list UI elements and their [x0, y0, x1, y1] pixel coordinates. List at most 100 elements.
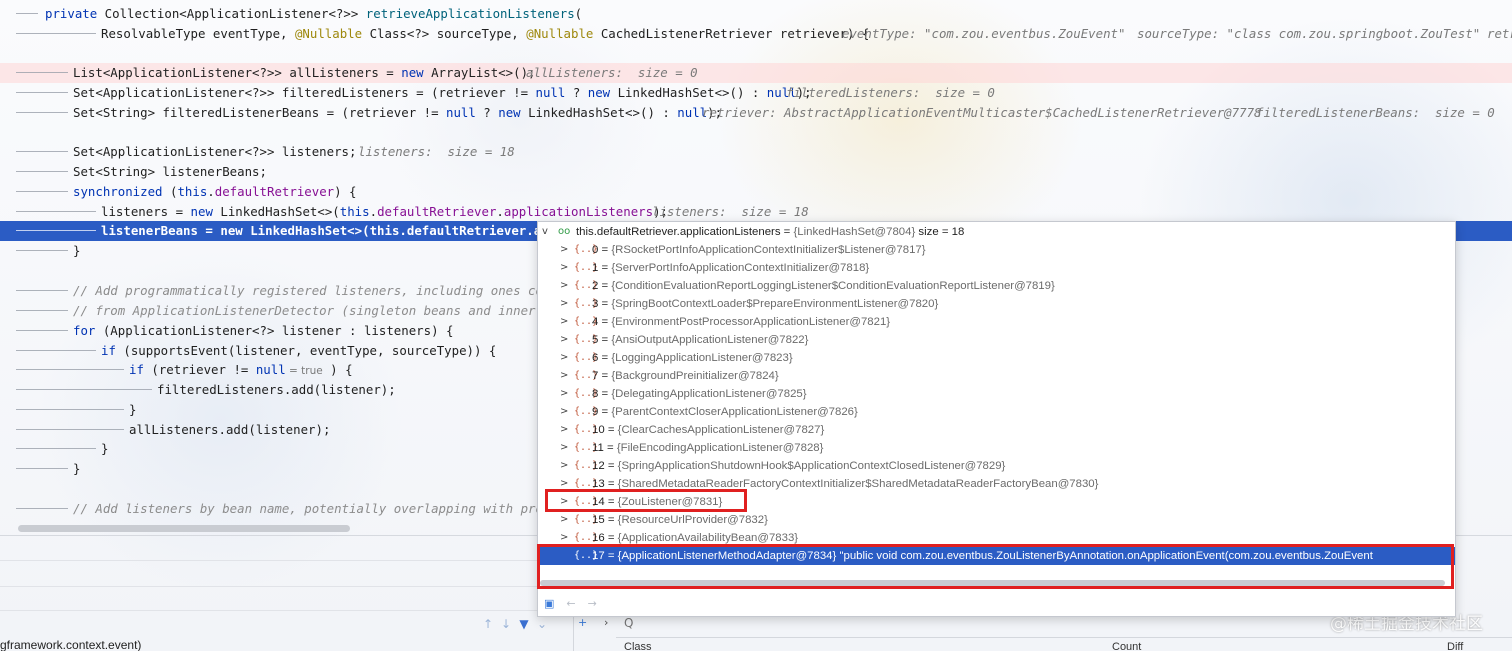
indent-guide: [16, 13, 38, 14]
code-text: }: [101, 441, 109, 456]
divider: [0, 560, 540, 561]
chevron-right-icon[interactable]: >: [560, 385, 572, 403]
keyword: synchronized: [73, 184, 163, 199]
indent-guide: [16, 191, 68, 192]
code-text: (ApplicationListener<?> listener : liste…: [95, 323, 454, 338]
chevron-right-icon[interactable]: >: [560, 313, 572, 331]
keyword: new: [401, 65, 424, 80]
code-text: ResolvableType eventType,: [101, 26, 295, 41]
tree-item-15[interactable]: > {..} 15 = {ResourceUrlProvider@7832}: [538, 511, 1455, 529]
item-index: 6: [592, 352, 599, 364]
chevron-right-icon[interactable]: >: [560, 403, 572, 421]
tree-item-11[interactable]: > {..} 11 = {FileEncodingApplicationList…: [538, 439, 1455, 457]
keyword: this: [339, 204, 370, 219]
editor-horizontal-scrollbar[interactable]: [18, 525, 350, 532]
code-line-5[interactable]: Set<String> filteredListenerBeans = (ret…: [0, 103, 1512, 123]
variable-value: {LinkedHashSet@7804}: [793, 226, 916, 238]
chevron-down-icon[interactable]: v: [542, 223, 554, 241]
code-text: }: [73, 243, 81, 258]
tree-item-10[interactable]: > {..} 10 = {ClearCachesApplicationListe…: [538, 421, 1455, 439]
chevron-right-icon[interactable]: >: [560, 457, 572, 475]
chevron-right-icon[interactable]: >: [560, 259, 572, 277]
chevron-down-icon[interactable]: ⌄: [536, 617, 548, 631]
variable-size: size = 18: [915, 226, 965, 238]
keyword: private: [45, 6, 98, 21]
code-line-4[interactable]: Set<ApplicationListener<?>> filteredList…: [0, 83, 1512, 103]
tree-item-4[interactable]: > {..} 4 = {EnvironmentPostProcessorAppl…: [538, 313, 1455, 331]
arrow-up-icon[interactable]: ↑: [482, 617, 494, 631]
item-value: {ResourceUrlProvider@7832}: [617, 514, 768, 526]
column-header-class[interactable]: Class: [624, 641, 652, 651]
chevron-right-icon[interactable]: >: [560, 241, 572, 259]
tree-root-applicationListeners[interactable]: v oo this.defaultRetriever.applicationLi…: [538, 223, 1455, 241]
indent-guide: [16, 151, 68, 152]
code-text: ?: [565, 85, 588, 100]
inline-value-hint: sourceType: "class com.zou.springboot.Zo…: [1137, 26, 1481, 41]
code-text: .: [399, 223, 407, 238]
keyword: new: [190, 204, 213, 219]
tree-item-5[interactable]: > {..} 5 = {AnsiOutputApplicationListene…: [538, 331, 1455, 349]
chevron-right-icon[interactable]: >: [560, 349, 572, 367]
chevron-right-icon[interactable]: >: [560, 277, 572, 295]
code-line-2[interactable]: ResolvableType eventType, @Nullable Clas…: [0, 24, 1512, 44]
indent-guide: [16, 350, 96, 351]
indent-guide: [16, 448, 96, 449]
item-value: {AnsiOutputApplicationListener@7822}: [611, 334, 809, 346]
code-text: allListeners.add(listener);: [129, 422, 331, 437]
code-text: CachedListenerRetriever retriever) {: [593, 26, 870, 41]
folder-icon[interactable]: ▣: [544, 597, 554, 610]
code-text: .: [496, 204, 504, 219]
method-name: retrieveApplicationListeners: [365, 6, 575, 21]
code-text: .: [207, 184, 215, 199]
code-text: LinkedHashSet<>(: [242, 223, 370, 238]
code-text: ArrayList<>();: [423, 65, 536, 80]
column-header-count[interactable]: Count: [1112, 641, 1141, 651]
frames-list-item[interactable]: gframework.context.event): [0, 638, 141, 651]
chevron-right-icon[interactable]: >: [560, 439, 572, 457]
inline-value-hint: listeners: size = 18: [358, 144, 515, 159]
inline-value-hint: listeners: size = 18: [652, 204, 809, 219]
indent-guide: [16, 230, 96, 231]
annotation: @Nullable: [294, 26, 363, 41]
tree-item-2[interactable]: > {..} 2 = {ConditionEvaluationReportLog…: [538, 277, 1455, 295]
tree-item-8[interactable]: > {..} 8 = {DelegatingApplicationListene…: [538, 385, 1455, 403]
tree-item-12[interactable]: > {..} 12 = {SpringApplicationShutdownHo…: [538, 457, 1455, 475]
code-text: List<ApplicationListener<?>> allListener…: [73, 65, 402, 80]
chevron-right-icon[interactable]: >: [560, 421, 572, 439]
keyword: if: [129, 362, 144, 377]
code-line-3[interactable]: List<ApplicationListener<?>> allListener…: [0, 63, 1512, 83]
item-index: 7: [592, 370, 599, 382]
item-index: 5: [592, 334, 599, 346]
code-line-7[interactable]: Set<String> listenerBeans;: [0, 162, 1512, 182]
indent-guide: [16, 211, 96, 212]
code-text: Class<?> sourceType,: [362, 26, 527, 41]
chevron-right-icon[interactable]: >: [560, 331, 572, 349]
search-icon: Q: [624, 616, 634, 630]
field-name: applicationListeners: [503, 204, 654, 219]
code-line-6[interactable]: Set<ApplicationListener<?>> listeners; l…: [0, 142, 1512, 162]
code-line-8[interactable]: synchronized (this.defaultRetriever) {: [0, 182, 1512, 202]
keyword: new: [498, 105, 521, 120]
filter-icon[interactable]: ▼: [518, 617, 530, 631]
column-header-diff[interactable]: Diff: [1447, 641, 1463, 651]
tree-item-0[interactable]: > {..} 0 = {RSocketPortInfoApplicationCo…: [538, 241, 1455, 259]
arrow-down-icon[interactable]: ↓: [500, 617, 512, 631]
variable-name: this.defaultRetriever.applicationListene…: [576, 226, 781, 238]
back-arrow-icon[interactable]: ←: [566, 597, 575, 610]
tree-item-1[interactable]: > {..} 1 = {ServerPortInfoApplicationCon…: [538, 259, 1455, 277]
code-line-1[interactable]: private Collection<ApplicationListener<?…: [0, 4, 1512, 24]
code-line-9[interactable]: listeners = new LinkedHashSet<>(this.def…: [0, 202, 1512, 222]
keyword: if: [101, 343, 116, 358]
indent-guide: [16, 330, 68, 331]
tree-item-9[interactable]: > {..} 9 = {ParentContextCloserApplicati…: [538, 403, 1455, 421]
forward-arrow-icon[interactable]: →: [588, 597, 597, 610]
tree-item-7[interactable]: > {..} 7 = {BackgroundPreinitializer@782…: [538, 367, 1455, 385]
tree-item-3[interactable]: > {..} 3 = {SpringBootContextLoader$Prep…: [538, 295, 1455, 313]
chevron-right-icon[interactable]: >: [560, 295, 572, 313]
chevron-right-icon[interactable]: >: [560, 367, 572, 385]
indent-guide: [16, 92, 68, 93]
indent-guide: [16, 508, 68, 509]
code-text: listeners =: [101, 204, 191, 219]
tree-item-6[interactable]: > {..} 6 = {LoggingApplicationListener@7…: [538, 349, 1455, 367]
chevron-right-icon[interactable]: >: [560, 511, 572, 529]
